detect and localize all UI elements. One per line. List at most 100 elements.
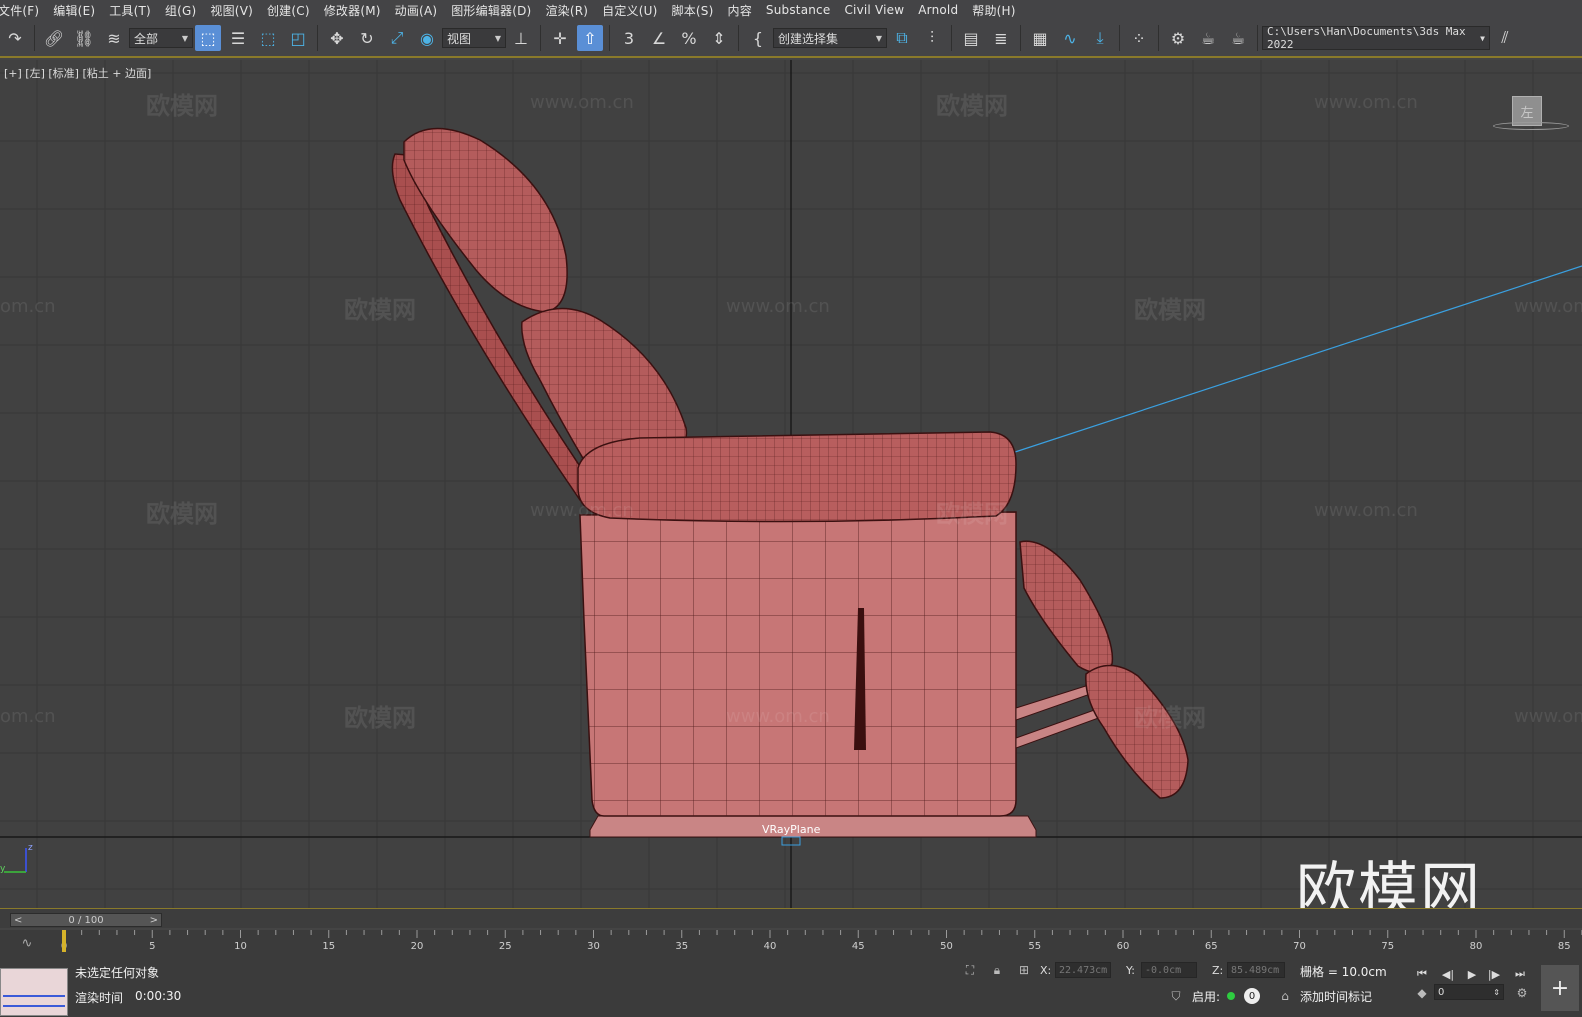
unlink-icon[interactable]: ⛓︎ [71, 25, 97, 51]
watermark: www.om.cn [1514, 706, 1582, 727]
watermark: 欧模网 [936, 500, 1008, 528]
watermark: om.cn [0, 296, 56, 317]
track-tick-label: 75 [1381, 941, 1394, 952]
watermark: 欧模网 [344, 296, 416, 324]
named-selection-dropdown[interactable]: 创建选择集 ▼ [773, 28, 887, 48]
menu-arnold[interactable]: Arnold [918, 3, 972, 17]
time-config-icon[interactable]: ⚙ [1514, 985, 1530, 1001]
left-viewport[interactable]: [+] [左] [标准] [粘土 + 边面] 欧模网 www.om.cn 欧模网… [0, 60, 1582, 908]
menu-graph-editors[interactable]: 图形编辑器(D) [451, 2, 545, 19]
isolate-selection-icon[interactable]: ⛶ [962, 962, 978, 978]
viewport-scene[interactable] [0, 60, 1582, 908]
current-frame-field[interactable]: 0 ⇕ [1434, 984, 1504, 1000]
material-editor-icon[interactable]: ⁘ [1126, 25, 1152, 51]
project-path-dropdown[interactable]: C:\Users\Han\Documents\3ds Max 2022 ▼ [1262, 25, 1490, 51]
enable-count-badge[interactable]: 0 [1244, 988, 1260, 1004]
bind-spacewarp-icon[interactable]: ≋ [101, 25, 127, 51]
set-key-button[interactable]: + [1541, 965, 1579, 1011]
window-crossing-icon[interactable]: ◰ [285, 25, 311, 51]
rendered-frame-icon[interactable]: ☕︎ [1195, 25, 1221, 51]
add-time-tag-button[interactable]: 添加时间标记 [1300, 988, 1372, 1005]
mirror-icon[interactable]: ⧉ [889, 25, 915, 51]
select-object-icon[interactable]: ⬚ [195, 25, 221, 51]
z-coord-field[interactable]: 85.489cm [1227, 962, 1285, 978]
current-frame-value: 0 [1438, 986, 1445, 998]
selection-filter-dropdown[interactable]: 全部 ▼ [129, 28, 193, 48]
link-icon[interactable]: 🔗︎ [41, 25, 67, 51]
watermark: www.om.cn [726, 296, 830, 317]
menu-rendering[interactable]: 渲染(R) [545, 2, 602, 19]
menu-animation[interactable]: 动画(A) [395, 2, 452, 19]
absolute-mode-icon[interactable]: ⊞ [1016, 962, 1032, 978]
menu-help[interactable]: 帮助(H) [972, 2, 1029, 19]
spinner-snap-icon[interactable]: ⇕ [706, 25, 732, 51]
redo-icon[interactable]: ↷ [2, 25, 28, 51]
align-icon[interactable]: ⫶ [919, 25, 945, 51]
maxscript-listener[interactable] [0, 968, 68, 1016]
render-icon[interactable]: ☕︎ [1225, 25, 1251, 51]
toolbar-divider [609, 25, 610, 51]
keyboard-shortcut-override-icon[interactable]: ✛ [547, 25, 573, 51]
edit-named-selection-icon[interactable]: { [745, 25, 771, 51]
time-slider-handle[interactable]: < 0 / 100 > [10, 913, 162, 927]
menu-civil-view[interactable]: Civil View [844, 3, 918, 17]
scale-icon[interactable]: ⤢ [384, 25, 410, 51]
time-prev-button[interactable]: < [11, 915, 25, 926]
pivot-icon[interactable]: ⊥ [508, 25, 534, 51]
ribbon-icon[interactable]: ▦ [1027, 25, 1053, 51]
menu-file[interactable]: 文件(F) [0, 2, 53, 19]
scene-explorer-icon[interactable]: ▤ [958, 25, 984, 51]
rect-selection-icon[interactable]: ⬚ [255, 25, 281, 51]
go-to-start-icon[interactable]: ⏮ [1412, 966, 1432, 982]
menu-scripting[interactable]: 脚本(S) [672, 2, 728, 19]
previous-frame-icon[interactable]: ◀| [1438, 966, 1458, 982]
selection-lock-icon[interactable]: 🔒︎ [989, 962, 1005, 978]
angle-snap-icon[interactable]: ∠ [646, 25, 672, 51]
menu-customize[interactable]: 自定义(U) [602, 2, 671, 19]
viewport-label[interactable]: [+] [左] [标准] [粘土 + 边面] [4, 65, 151, 81]
adaptive-degradation-icon[interactable]: ⛉ [1168, 988, 1184, 1004]
named-selection-value: 创建选择集 [778, 31, 839, 46]
menu-substance[interactable]: Substance [766, 3, 845, 17]
track-tick-label: 50 [940, 941, 953, 952]
reference-coord-dropdown[interactable]: 视图 ▼ [442, 28, 506, 48]
select-by-name-icon[interactable]: ☰ [225, 25, 251, 51]
viewcube-compass-ring[interactable] [1493, 122, 1569, 130]
track-bar[interactable]: ∿ 0510152025303540455055606570758085 [0, 930, 1582, 958]
snap-icon[interactable]: 3 [616, 25, 642, 51]
render-setup-icon[interactable]: ⚙ [1165, 25, 1191, 51]
current-frame-marker[interactable] [62, 930, 66, 952]
brand-watermark: 欧模网 [1296, 856, 1482, 908]
menu-tools[interactable]: 工具(T) [109, 2, 165, 19]
menu-content[interactable]: 内容 [728, 2, 766, 19]
rotate-icon[interactable]: ↻ [354, 25, 380, 51]
select-manipulate-icon[interactable]: ⇧ [577, 25, 603, 51]
menu-views[interactable]: 视图(V) [210, 2, 267, 19]
percent-snap-icon[interactable]: % [676, 25, 702, 51]
play-icon[interactable]: ▶ [1462, 966, 1482, 982]
menu-modifiers[interactable]: 修改器(M) [324, 2, 395, 19]
y-coord-field[interactable]: -0.0cm [1141, 962, 1197, 978]
viewcube[interactable]: 左 [1493, 96, 1569, 136]
move-icon[interactable]: ✥ [324, 25, 350, 51]
x-coord-field[interactable]: 22.473cm [1055, 962, 1111, 978]
toolbar-divider [1020, 25, 1021, 51]
schematic-view-icon[interactable]: ⤓ [1087, 25, 1113, 51]
menu-edit[interactable]: 编辑(E) [53, 2, 109, 19]
curve-editor-icon[interactable]: ∿ [1057, 25, 1083, 51]
selection-filter-value: 全部 [134, 31, 159, 46]
layer-explorer-icon[interactable]: ≣ [988, 25, 1014, 51]
toolbar-overflow-icon[interactable]: ⫽ [1492, 25, 1518, 51]
menu-create[interactable]: 创建(C) [267, 2, 324, 19]
go-to-end-icon[interactable]: ⏭ [1510, 966, 1530, 982]
placement-icon[interactable]: ◉ [414, 25, 440, 51]
time-next-button[interactable]: > [147, 915, 161, 926]
time-tag-icon[interactable]: ⌂ [1277, 988, 1293, 1004]
watermark: 欧模网 [146, 92, 218, 120]
next-frame-icon[interactable]: |▶ [1484, 966, 1504, 982]
menu-group[interactable]: 组(G) [165, 2, 210, 19]
time-slider[interactable]: < 0 / 100 > [0, 908, 1582, 928]
track-bar-ruler[interactable]: 0510152025303540455055606570758085 [0, 930, 1582, 958]
key-mode-icon[interactable]: ◆ [1414, 985, 1430, 1001]
watermark: www.om.cn [1314, 92, 1418, 113]
